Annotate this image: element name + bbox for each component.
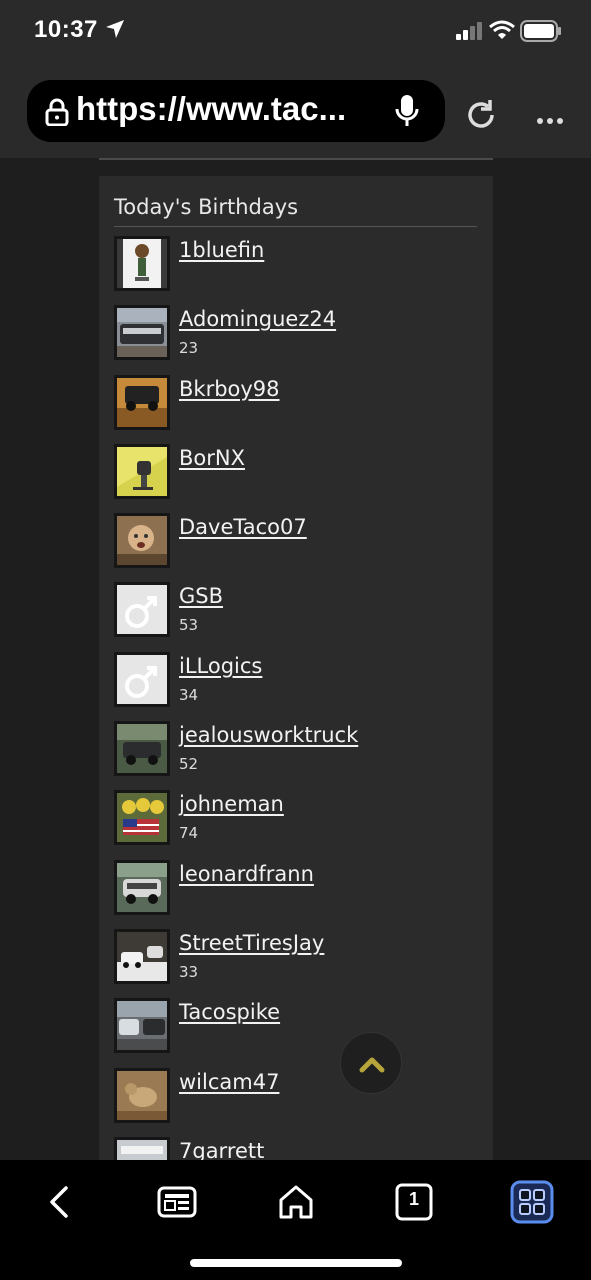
username-link[interactable]: iLLogics [179, 654, 262, 678]
list-item: BorNX [114, 442, 484, 511]
username-link[interactable]: jealousworktruck [179, 723, 358, 747]
username-link[interactable]: 1bluefin [179, 238, 264, 262]
username-link[interactable]: BorNX [179, 446, 245, 470]
url-text[interactable]: https://www.tac... [76, 90, 376, 128]
status-time: 10:37 [34, 16, 98, 43]
reader-view-button[interactable] [156, 1182, 198, 1226]
birthdays-list: 1bluefin Adominguez24 23 Bkrboy98 BorNX … [114, 234, 484, 1160]
avatar[interactable] [114, 513, 170, 569]
list-item: wilcam47 [114, 1066, 484, 1135]
chevron-left-icon [50, 1186, 68, 1218]
birthdays-panel: Today's Birthdays 1bluefin Adominguez24 … [99, 176, 493, 1160]
lock-icon [45, 98, 69, 130]
username-link[interactable]: johneman [179, 792, 284, 816]
username-link[interactable]: Bkrboy98 [179, 377, 280, 401]
list-item: jealousworktruck 52 [114, 719, 484, 788]
chevron-up-icon [359, 1057, 385, 1073]
list-item: Adominguez24 23 [114, 303, 484, 372]
browser-address-area: https://www.tac... [0, 62, 591, 158]
menu-button[interactable] [510, 1180, 554, 1228]
list-item: 7garrett [114, 1135, 484, 1160]
username-link[interactable]: leonardfrann [179, 862, 314, 886]
list-item: Tacospike [114, 996, 484, 1065]
location-arrow-icon [104, 18, 126, 44]
username-link[interactable]: StreetTiresJay [179, 931, 324, 955]
home-icon [279, 1185, 313, 1219]
tabs-button[interactable]: 1 [394, 1182, 434, 1226]
username-link[interactable]: GSB [179, 584, 223, 608]
tab-count: 1 [408, 1189, 419, 1209]
reload-icon[interactable] [464, 98, 498, 136]
microphone-icon[interactable] [394, 94, 420, 132]
home-indicator [190, 1259, 402, 1267]
username-link[interactable]: Adominguez24 [179, 307, 336, 331]
cellular-signal-icon [456, 22, 484, 44]
list-item: johneman 74 [114, 788, 484, 857]
avatar[interactable] [114, 1136, 170, 1160]
more-options-icon[interactable] [536, 110, 564, 129]
list-item: iLLogics 34 [114, 650, 484, 719]
avatar[interactable] [114, 998, 170, 1054]
avatar[interactable] [114, 928, 170, 984]
avatar[interactable] [114, 721, 170, 777]
list-item: StreetTiresJay 33 [114, 927, 484, 996]
home-button[interactable] [276, 1182, 316, 1226]
avatar[interactable] [114, 1067, 170, 1123]
username-link[interactable]: 7garrett [179, 1139, 264, 1160]
status-bar: 10:37 [0, 0, 591, 62]
user-age: 23 [179, 339, 199, 358]
username-link[interactable]: wilcam47 [179, 1070, 279, 1094]
grid-menu-icon [510, 1180, 554, 1224]
user-age: 53 [179, 616, 199, 635]
divider [99, 158, 493, 160]
list-item: Bkrboy98 [114, 373, 484, 442]
web-page-content: Today's Birthdays 1bluefin Adominguez24 … [0, 158, 591, 1160]
avatar[interactable] [114, 236, 170, 291]
scroll-to-top-button[interactable] [340, 1032, 402, 1094]
avatar[interactable] [114, 582, 170, 638]
username-link[interactable]: Tacospike [179, 1000, 280, 1024]
news-feed-icon [157, 1186, 197, 1218]
list-item: GSB 53 [114, 580, 484, 649]
avatar[interactable] [114, 443, 170, 499]
divider [114, 226, 477, 227]
back-button[interactable] [46, 1182, 72, 1226]
wifi-icon [489, 20, 515, 44]
list-item: leonardfrann [114, 858, 484, 927]
user-age: 52 [179, 755, 199, 774]
list-item: DaveTaco07 [114, 511, 484, 580]
user-age: 34 [179, 685, 199, 704]
avatar[interactable] [114, 374, 170, 430]
list-item: 1bluefin [114, 234, 484, 303]
username-link[interactable]: DaveTaco07 [179, 515, 307, 539]
avatar[interactable] [114, 790, 170, 846]
avatar[interactable] [114, 651, 170, 707]
avatar[interactable] [114, 859, 170, 915]
battery-icon [520, 20, 562, 46]
avatar[interactable] [114, 305, 170, 361]
user-age: 33 [179, 962, 199, 981]
section-title: Today's Birthdays [114, 195, 299, 219]
user-age: 74 [179, 824, 199, 843]
address-bar[interactable]: https://www.tac... [27, 80, 445, 142]
